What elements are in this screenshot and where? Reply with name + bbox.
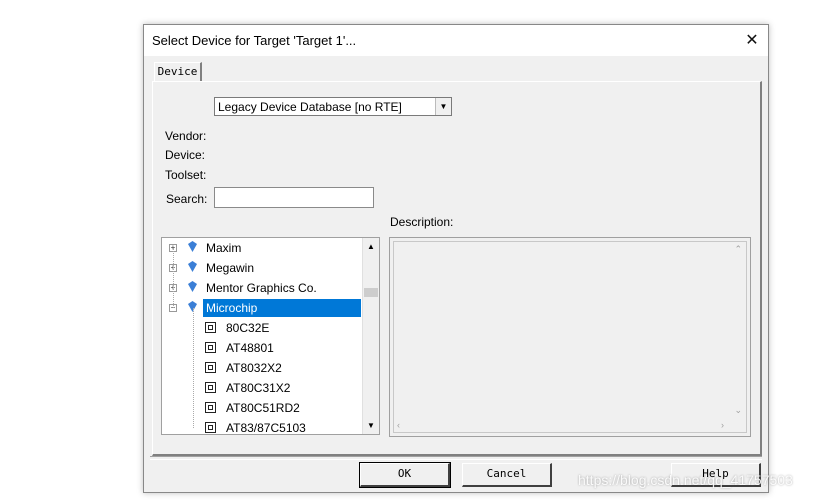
tree-item-label: AT80C51RD2 — [226, 401, 300, 415]
chevron-down-icon[interactable]: ▼ — [435, 98, 451, 115]
tree-vendor-item[interactable]: + Mentor Graphics Co. — [162, 278, 362, 298]
tree-device-item[interactable]: AT8032X2 — [162, 358, 362, 378]
chip-icon — [205, 342, 216, 353]
tree-vendor-item[interactable]: − Microchip — [162, 298, 362, 318]
select-device-dialog: Select Device for Target 'Target 1'... ✕… — [143, 24, 769, 493]
scroll-down-icon[interactable]: ▼ — [363, 417, 379, 434]
tree-device-item[interactable]: AT80C31X2 — [162, 378, 362, 398]
tree-connector-line — [193, 308, 194, 428]
vendor-diamond-icon — [188, 261, 197, 272]
device-label: Device: — [165, 148, 206, 162]
database-select-value: Legacy Device Database [no RTE] — [218, 100, 402, 114]
title-bar: Select Device for Target 'Target 1'... ✕ — [144, 25, 768, 56]
ok-button[interactable]: OK — [359, 462, 451, 488]
chip-icon — [205, 402, 216, 413]
chip-icon — [205, 382, 216, 393]
vendor-diamond-icon — [188, 241, 197, 252]
scroll-up-icon[interactable]: ⌃ — [734, 244, 742, 255]
scroll-right-icon[interactable]: › — [721, 420, 724, 430]
tree-device-item[interactable]: AT83/87C5103 — [162, 418, 362, 435]
scroll-left-icon[interactable]: ‹ — [397, 420, 400, 430]
tree-item-label: AT8032X2 — [226, 361, 282, 375]
description-label: Description: — [390, 215, 454, 229]
cancel-button[interactable]: Cancel — [462, 463, 552, 487]
tree-device-item[interactable]: AT48801 — [162, 338, 362, 358]
tree-item-label: Mentor Graphics Co. — [206, 281, 317, 295]
tree-scrollbar[interactable]: ▲ ▼ — [362, 238, 379, 434]
vendor-label: Vendor: — [165, 129, 207, 143]
tree-item-label: 80C32E — [226, 321, 270, 335]
toolset-label: Toolset: — [165, 168, 207, 182]
watermark-text: https://blog.csdn.net/qq_41757503 — [578, 472, 793, 488]
tab-device[interactable]: Device — [154, 62, 202, 82]
search-label: Search: — [166, 192, 208, 206]
footer-divider — [150, 456, 762, 460]
scroll-thumb[interactable] — [364, 288, 378, 297]
tree-item-label: Microchip — [203, 299, 361, 317]
scroll-up-icon[interactable]: ▲ — [363, 238, 379, 255]
chip-icon — [205, 322, 216, 333]
close-icon[interactable]: ✕ — [736, 25, 768, 56]
tree-item-label: AT83/87C5103 — [226, 421, 306, 435]
chip-icon — [205, 362, 216, 373]
vendor-diamond-icon — [188, 281, 197, 292]
chip-icon — [205, 422, 216, 433]
tree-item-label: AT80C31X2 — [226, 381, 291, 395]
search-input[interactable] — [214, 187, 374, 208]
description-box: ⌃ ⌄ ‹ › — [389, 237, 751, 437]
database-select[interactable]: Legacy Device Database [no RTE] ▼ — [214, 97, 452, 116]
tree-vendor-item[interactable]: + Megawin — [162, 258, 362, 278]
tree-device-item[interactable]: AT80C51RD2 — [162, 398, 362, 418]
tree-item-label: AT48801 — [226, 341, 274, 355]
tree-connector-line — [173, 248, 174, 308]
description-text-area[interactable]: ⌃ ⌄ ‹ › — [393, 241, 747, 433]
tree-vendor-item[interactable]: + Maxim — [162, 238, 362, 258]
tree-item-label: Megawin — [206, 261, 255, 275]
scroll-down-icon[interactable]: ⌄ — [734, 405, 742, 416]
tree-device-item[interactable]: 80C32E — [162, 318, 362, 338]
device-tree[interactable]: + Maxim + Megawin + Mentor Graphics Co. − Micro… — [161, 237, 380, 435]
dialog-title: Select Device for Target 'Target 1'... — [152, 33, 357, 48]
tree-item-label: Maxim — [206, 241, 242, 255]
